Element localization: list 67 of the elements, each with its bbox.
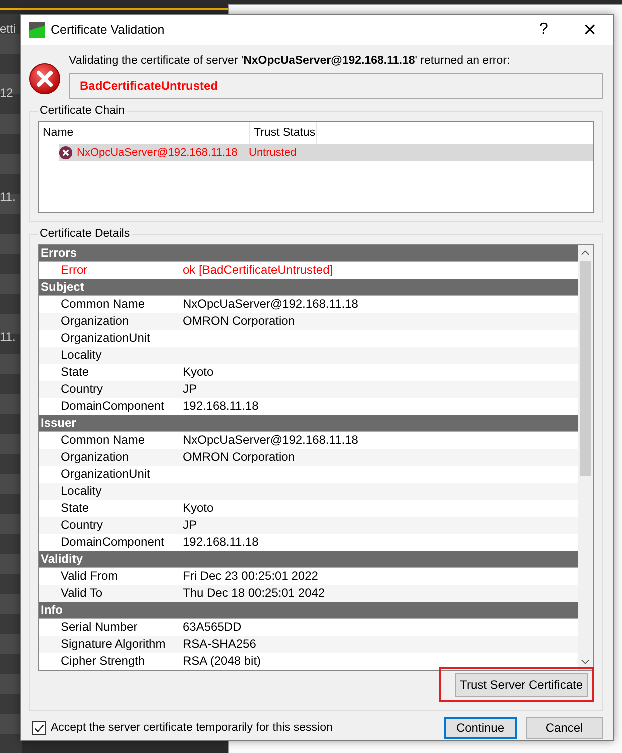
error-icon — [59, 146, 73, 160]
property-value: 192.168.11.18 — [183, 534, 259, 551]
property-name: Country — [60, 517, 104, 534]
scroll-thumb[interactable] — [580, 261, 591, 476]
property-name: Common Name — [60, 296, 146, 313]
property-value: RSA (2048 bit) — [183, 653, 262, 670]
property-name: OrganizationUnit — [60, 330, 152, 347]
checkbox-label: Accept the server certificate temporarily for this session — [51, 722, 333, 734]
property-name: Locality — [60, 347, 103, 364]
property-value: JP — [183, 381, 198, 398]
property-name: Organization — [60, 313, 130, 330]
property-value: NxOpcUaServer@192.168.11.18 — [183, 432, 358, 449]
property-value: Thu Dec 18 00:25:01 2042 — [183, 585, 326, 602]
background-text: 11. — [0, 330, 16, 344]
scroll-up-icon[interactable] — [581, 250, 590, 256]
property-value: OMRON Corporation — [183, 313, 296, 330]
property-name: Country — [60, 381, 104, 398]
property-name: Organization — [60, 449, 130, 466]
property-name: Signature Algorithm — [60, 636, 167, 653]
section-header: Info — [39, 602, 578, 619]
property-name: Valid To — [60, 585, 104, 602]
background-text: etti — [0, 22, 16, 36]
trust-certificate-button[interactable]: Trust Server Certificate — [455, 673, 588, 697]
property-value: RSA-SHA256 — [183, 636, 256, 653]
property-name: Cipher Strength — [60, 653, 146, 670]
property-name: Locality — [60, 483, 103, 500]
section-header: Validity — [39, 551, 578, 568]
certificate-name: NxOpcUaServer@192.168.11.18 — [77, 146, 239, 160]
property-name: Common Name — [60, 432, 146, 449]
property-name: OrganizationUnit — [60, 466, 152, 483]
property-name: DomainComponent — [60, 398, 166, 415]
help-button[interactable]: ? — [521, 15, 567, 45]
property-name: Valid From — [60, 568, 120, 585]
error-message: Validating the certificate of server 'NxOpcUaServer@192.168.11.18' returned an error: — [69, 55, 512, 67]
dialog-button[interactable]: Continue — [444, 717, 517, 739]
app-icon — [29, 22, 45, 38]
scroll-down-icon[interactable] — [581, 659, 590, 665]
error-code-field: BadCertificateUntrusted — [69, 73, 603, 99]
property-name: Error — [60, 262, 89, 279]
property-value: OMRON Corporation — [183, 449, 296, 466]
property-value: Fri Dec 23 00:25:01 2022 — [183, 568, 318, 585]
property-value: 63A565DD — [183, 619, 242, 636]
group-title: Certificate Chain — [39, 105, 126, 117]
property-value: Kyoto — [183, 500, 214, 517]
property-name: DomainComponent — [60, 534, 166, 551]
error-icon — [29, 63, 61, 95]
close-button[interactable]: × — [567, 15, 613, 45]
window-title: Certificate Validation — [51, 23, 166, 37]
checkbox[interactable] — [32, 721, 46, 735]
property-value: ok [BadCertificateUntrusted] — [183, 262, 334, 279]
accept-checkbox[interactable]: Accept the server certificate temporarily for this session — [32, 721, 333, 735]
property-value: JP — [183, 517, 198, 534]
background-text: 12 — [0, 86, 14, 100]
property-value: Kyoto — [183, 364, 214, 381]
scrollbar[interactable] — [578, 245, 593, 670]
property-name: State — [60, 500, 90, 517]
dialog-button[interactable]: Cancel — [526, 717, 603, 739]
property-value: 192.168.11.18 — [183, 398, 259, 415]
property-name: Serial Number — [60, 619, 139, 636]
section-header: Subject — [39, 279, 578, 296]
background-text: 11. — [0, 190, 16, 204]
property-name: State — [60, 364, 90, 381]
section-header: Errors — [39, 245, 578, 262]
group-title: Certificate Details — [39, 228, 132, 240]
property-value: NxOpcUaServer@192.168.11.18 — [183, 296, 358, 313]
trust-status: Untrusted — [249, 146, 297, 160]
section-header: Issuer — [39, 415, 578, 432]
